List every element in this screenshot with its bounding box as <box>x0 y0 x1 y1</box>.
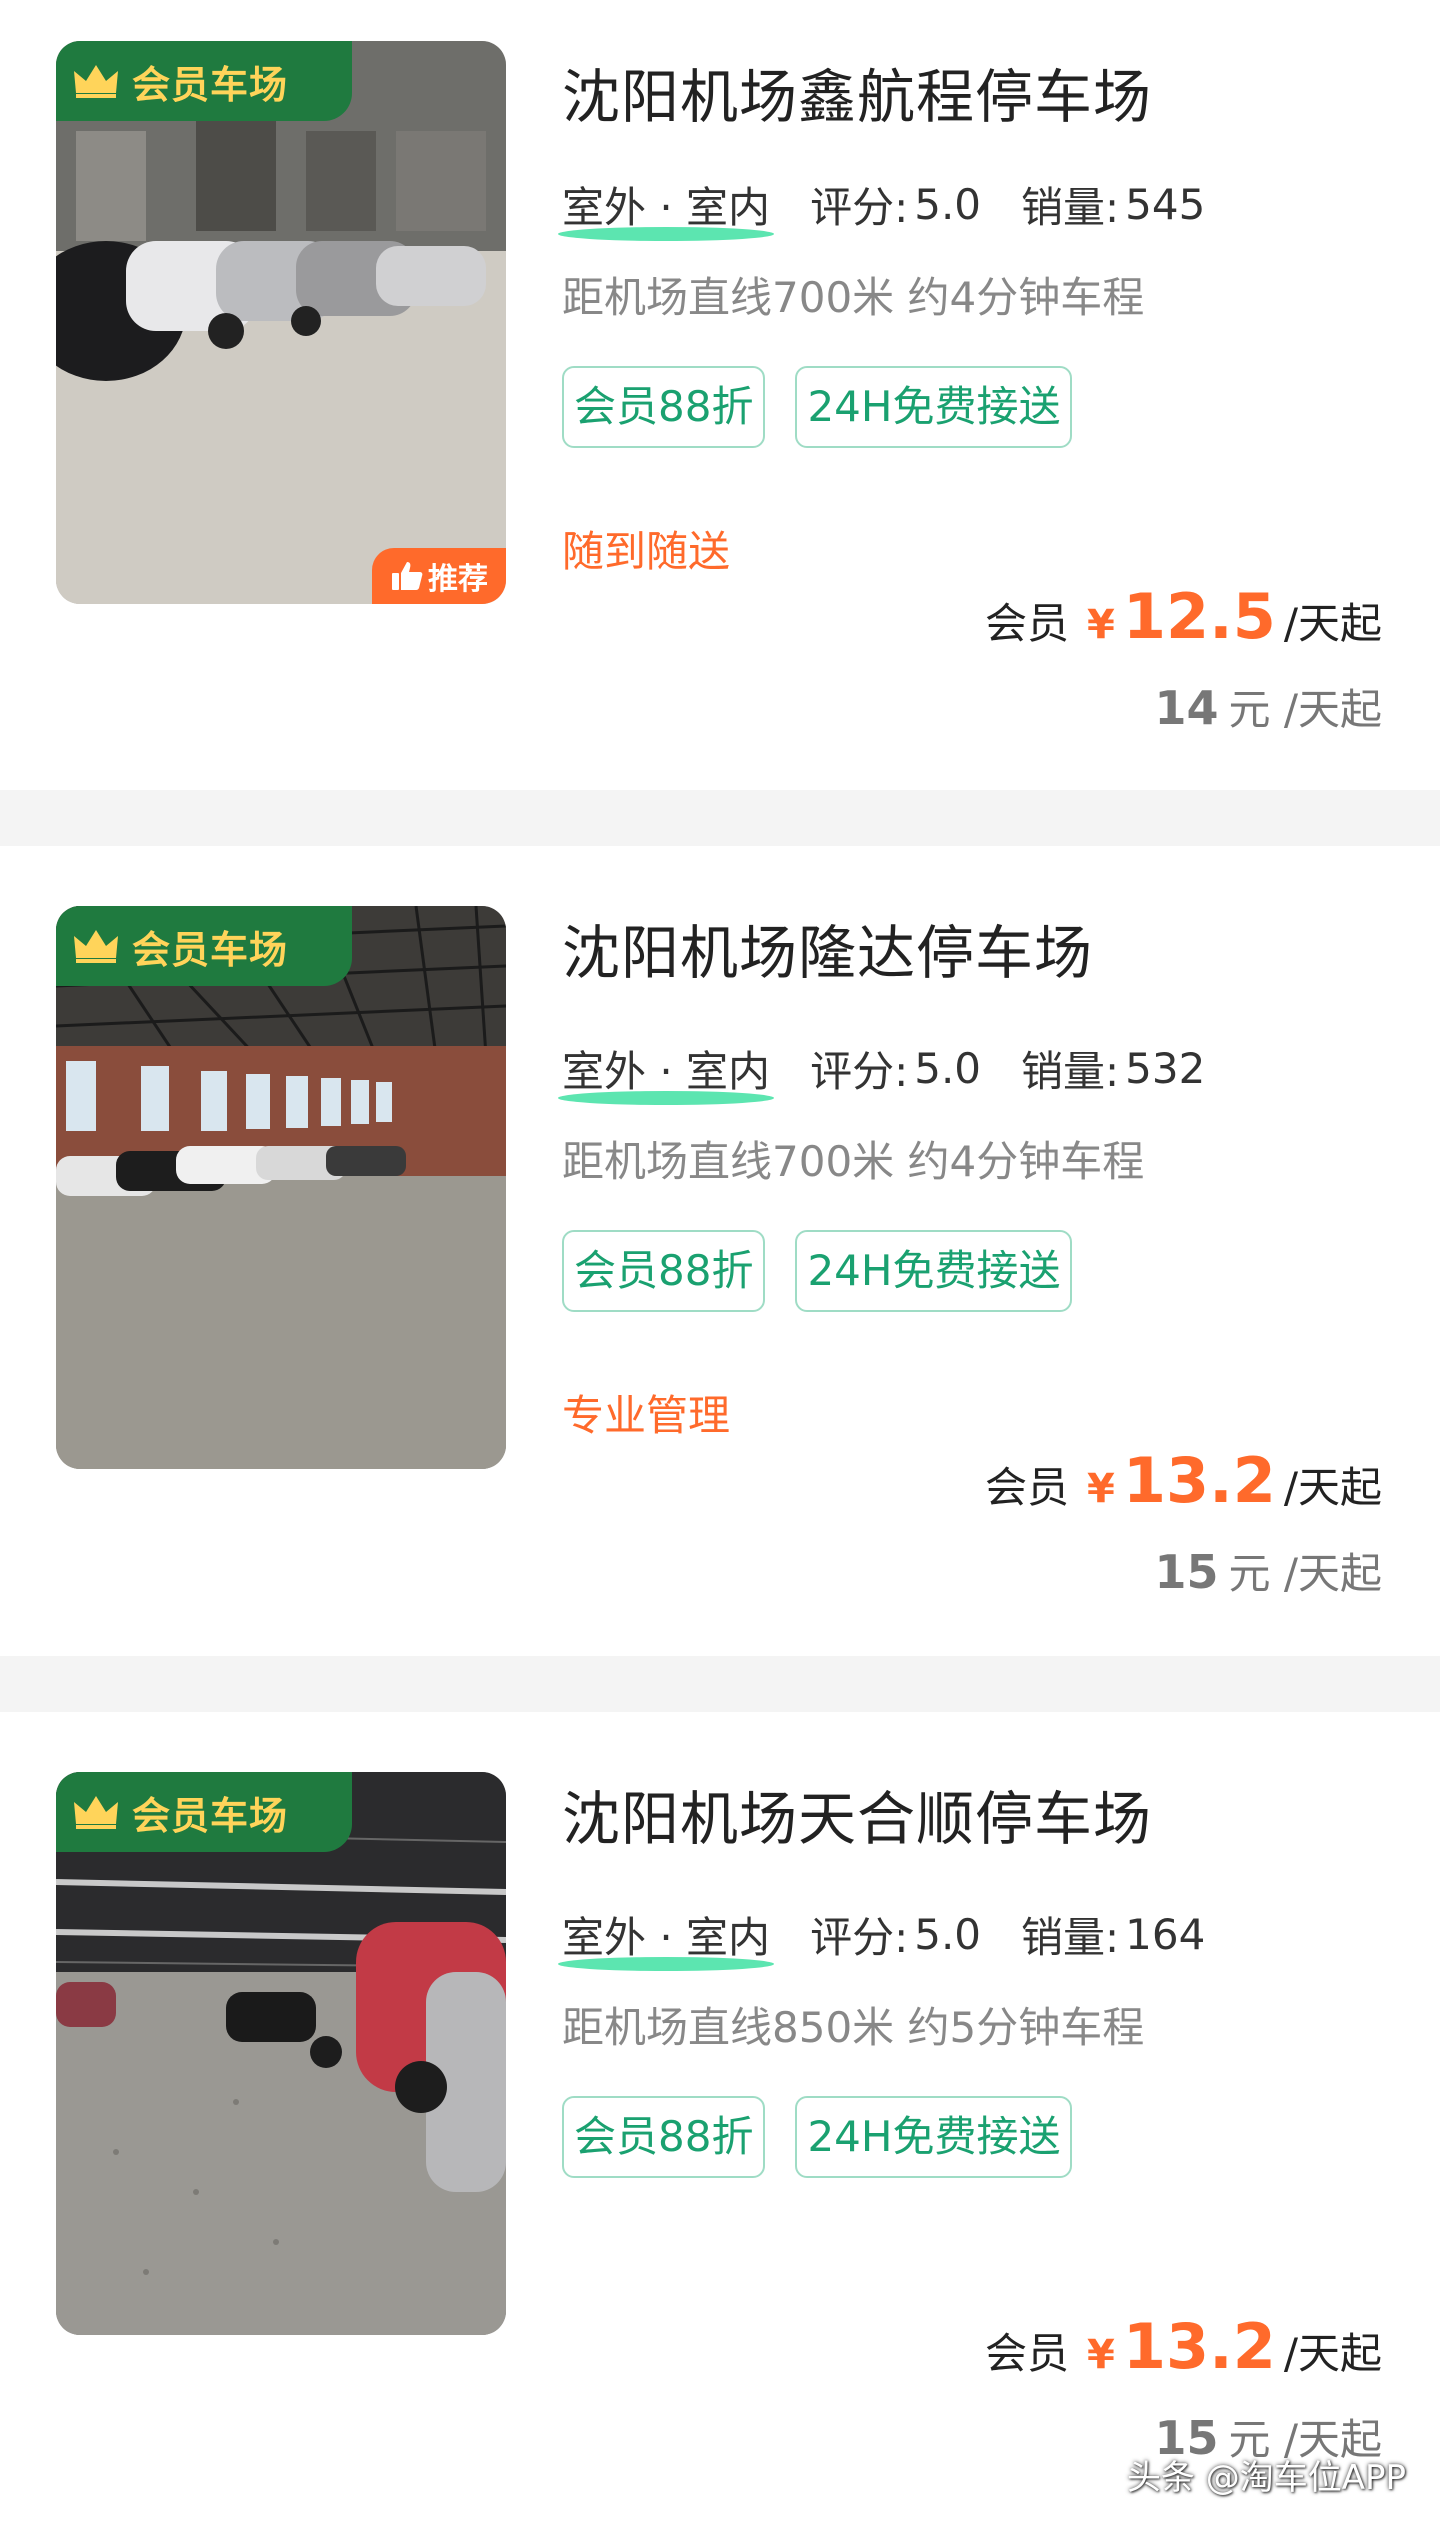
feature-text: 专业管理 <box>562 1391 731 1440</box>
sales-value: 545 <box>1125 180 1206 229</box>
distance-text: 距机场直线850米 约5分钟车程 <box>562 2003 1145 2052</box>
parking-listing-card[interactable]: 会员车场 沈阳机场隆达停车场 室外 · 室内 评分: 5.0 销量: 532 距… <box>0 846 1440 1636</box>
parking-photo-image <box>56 1772 506 2335</box>
member-price-amount: 13.2 <box>1122 2310 1276 2383</box>
sales-value: 164 <box>1125 1910 1206 1959</box>
tag-list: 会员88折 24H免费接送 <box>562 2096 1102 2178</box>
regular-price-amount: 15 <box>1154 1545 1219 1599</box>
price-unit: /天起 <box>1283 2329 1382 2378</box>
rating-value: 5.0 <box>914 180 982 229</box>
lot-type: 室外 · 室内 <box>558 1038 775 1105</box>
parking-photo-image <box>56 41 506 604</box>
member-price-label: 会员 <box>985 599 1070 648</box>
lot-type-text: 室外 · 室内 <box>562 1913 771 1962</box>
distance-text: 距机场直线700米 约4分钟车程 <box>562 273 1145 322</box>
member-lot-badge: 会员车场 <box>56 906 352 986</box>
member-badge-label: 会员车场 <box>132 62 289 107</box>
crown-icon <box>74 930 118 963</box>
thumbs-up-icon <box>392 562 423 590</box>
rating-value: 5.0 <box>914 1910 982 1959</box>
rating-label: 评分: <box>810 1913 909 1962</box>
lot-meta-row: 室外 · 室内 评分: 5.0 销量: 545 <box>558 174 1245 241</box>
parking-lot-photo[interactable]: 会员车场 推荐 <box>56 41 506 604</box>
member-price-amount: 13.2 <box>1122 1444 1276 1517</box>
recommend-badge: 推荐 <box>372 548 506 604</box>
crown-icon <box>74 1796 118 1829</box>
tag-member-discount: 会员88折 <box>562 1230 766 1312</box>
feature-text: 随到随送 <box>562 527 731 576</box>
lot-type: 室外 · 室内 <box>558 1904 775 1971</box>
member-price-label: 会员 <box>985 2329 1070 2378</box>
parking-listing-card[interactable]: 会员车场 沈阳机场天合顺停车场 室外 · 室内 评分: 5.0 销量: 164 … <box>0 1712 1440 2521</box>
tag-free-shuttle: 24H免费接送 <box>795 2096 1073 2178</box>
member-lot-badge: 会员车场 <box>56 41 352 121</box>
member-badge-label: 会员车场 <box>132 927 289 972</box>
tag-list: 会员88折 24H免费接送 <box>562 366 1102 448</box>
tag-free-shuttle: 24H免费接送 <box>795 366 1073 448</box>
tag-list: 会员88折 24H免费接送 <box>562 1230 1102 1312</box>
lot-meta-row: 室外 · 室内 评分: 5.0 销量: 532 <box>558 1038 1245 1105</box>
price-unit: /天起 <box>1283 1463 1382 1512</box>
parking-lot-name[interactable]: 沈阳机场鑫航程停车场 <box>562 50 1152 134</box>
sales-label: 销量: <box>1021 1913 1120 1962</box>
card-divider <box>0 790 1440 846</box>
tag-member-discount: 会员88折 <box>562 2096 766 2178</box>
member-lot-badge: 会员车场 <box>56 1772 352 1852</box>
parking-lot-photo[interactable]: 会员车场 <box>56 1772 506 2335</box>
lot-type-text: 室外 · 室内 <box>562 183 771 232</box>
card-divider <box>0 1656 1440 1712</box>
tag-member-discount: 会员88折 <box>562 366 766 448</box>
lot-type: 室外 · 室内 <box>558 174 775 241</box>
parking-listing-card[interactable]: 会员车场 推荐 沈阳机场鑫航程停车场 室外 · 室内 评分: 5.0 销量: 5… <box>0 0 1440 790</box>
member-price-row: 会员 ¥ 12.5 /天起 <box>985 580 1382 653</box>
member-price-label: 会员 <box>985 1463 1070 1512</box>
parking-lot-name[interactable]: 沈阳机场隆达停车场 <box>562 906 1093 990</box>
rating-label: 评分: <box>810 183 909 232</box>
member-price-row: 会员 ¥ 13.2 /天起 <box>985 2310 1382 2383</box>
regular-price-unit: 元 /天起 <box>1228 685 1382 734</box>
tag-free-shuttle: 24H免费接送 <box>795 1230 1073 1312</box>
price-unit: /天起 <box>1283 599 1382 648</box>
sales-label: 销量: <box>1021 183 1120 232</box>
parking-lot-photo[interactable]: 会员车场 <box>56 906 506 1469</box>
parking-photo-image <box>56 906 506 1469</box>
sales-value: 532 <box>1125 1044 1206 1093</box>
regular-price-row: 14 元 /天起 <box>1154 676 1382 737</box>
regular-price-amount: 14 <box>1154 681 1219 735</box>
watermark: 头条 @淘车位APP <box>1126 2458 1406 2498</box>
currency-symbol: ¥ <box>1087 602 1115 648</box>
parking-lot-name[interactable]: 沈阳机场天合顺停车场 <box>562 1772 1152 1856</box>
lot-meta-row: 室外 · 室内 评分: 5.0 销量: 164 <box>558 1904 1245 1971</box>
sales-label: 销量: <box>1021 1047 1120 1096</box>
regular-price-row: 15 元 /天起 <box>1154 1540 1382 1601</box>
lot-type-text: 室外 · 室内 <box>562 1047 771 1096</box>
member-badge-label: 会员车场 <box>132 1793 289 1838</box>
regular-price-unit: 元 /天起 <box>1228 1549 1382 1598</box>
crown-icon <box>74 65 118 98</box>
rating-label: 评分: <box>810 1047 909 1096</box>
distance-text: 距机场直线700米 约4分钟车程 <box>562 1137 1145 1186</box>
member-price-amount: 12.5 <box>1122 580 1276 653</box>
currency-symbol: ¥ <box>1087 2332 1115 2378</box>
recommend-label: 推荐 <box>428 562 488 597</box>
member-price-row: 会员 ¥ 13.2 /天起 <box>985 1444 1382 1517</box>
rating-value: 5.0 <box>914 1044 982 1093</box>
currency-symbol: ¥ <box>1087 1466 1115 1512</box>
